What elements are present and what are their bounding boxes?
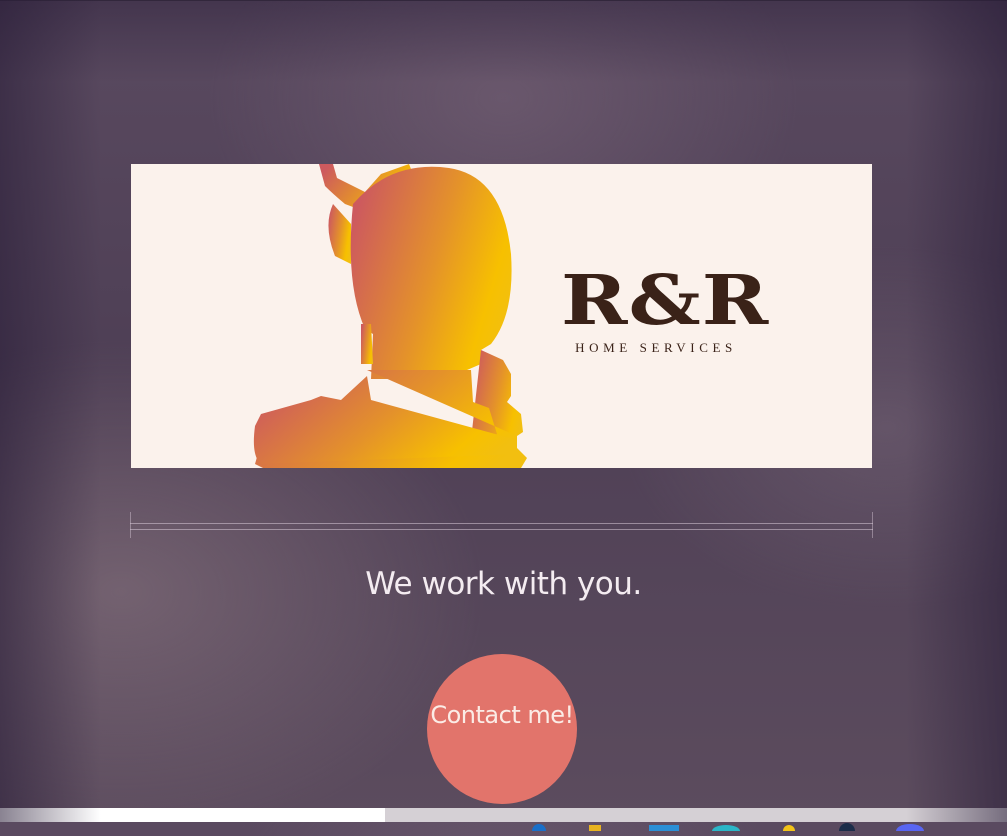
section-divider	[130, 512, 873, 538]
contact-button[interactable]: Contact me!	[427, 654, 577, 804]
edge-icon[interactable]	[531, 818, 547, 836]
taskbar-search-area[interactable]	[0, 808, 385, 822]
discord-icon[interactable]	[895, 818, 924, 836]
store-icon[interactable]	[649, 818, 679, 831]
file-explorer-icon[interactable]	[587, 818, 603, 831]
tagline-text: We work with you.	[365, 566, 642, 602]
taskbar	[385, 808, 1007, 836]
brand-name: R&R	[561, 259, 770, 341]
edge-alt-icon[interactable]	[711, 818, 740, 836]
brand-logo: R&R HOME SERVICES	[561, 259, 770, 356]
steam-icon[interactable]	[837, 818, 855, 836]
hero-banner: R&R HOME SERVICES	[131, 164, 872, 468]
chrome-icon[interactable]	[781, 818, 797, 836]
top-border	[0, 0, 1007, 1]
brand-tagline: HOME SERVICES	[575, 340, 737, 355]
miter-saw-icon	[253, 164, 527, 468]
